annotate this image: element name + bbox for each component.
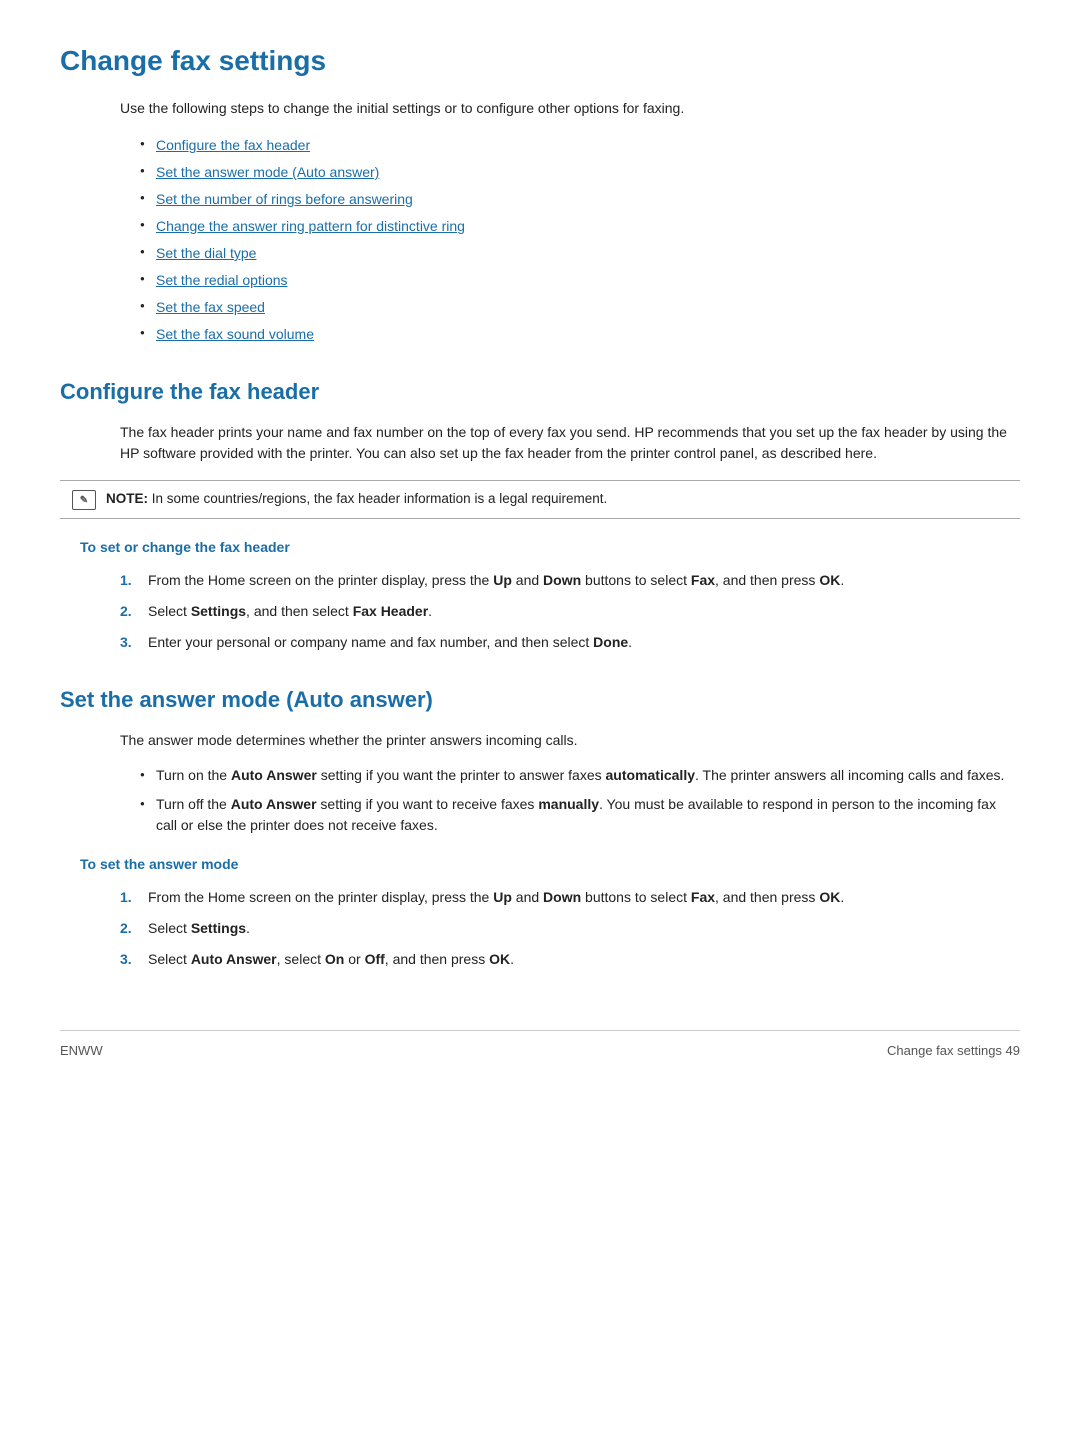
- list-item[interactable]: Set the fax speed: [140, 297, 1020, 318]
- link-answer-ring-pattern[interactable]: Change the answer ring pattern for disti…: [156, 218, 465, 234]
- list-item[interactable]: Set the dial type: [140, 243, 1020, 264]
- list-item[interactable]: Set the number of rings before answering: [140, 189, 1020, 210]
- page-title: Change fax settings: [60, 40, 1020, 82]
- step-item: 1. From the Home screen on the printer d…: [120, 887, 1020, 908]
- step-item: 1. From the Home screen on the printer d…: [120, 570, 1020, 591]
- link-rings-before-answering[interactable]: Set the number of rings before answering: [156, 191, 413, 207]
- link-list: Configure the fax header Set the answer …: [140, 135, 1020, 345]
- link-answer-mode[interactable]: Set the answer mode (Auto answer): [156, 164, 379, 180]
- list-item[interactable]: Set the answer mode (Auto answer): [140, 162, 1020, 183]
- steps-set-answer-mode: 1. From the Home screen on the printer d…: [120, 887, 1020, 970]
- list-item[interactable]: Set the fax sound volume: [140, 324, 1020, 345]
- subsection-title-set-answer-mode: To set the answer mode: [80, 854, 1020, 875]
- note-icon: [72, 490, 96, 510]
- note-box: NOTE: In some countries/regions, the fax…: [60, 480, 1020, 519]
- link-fax-speed[interactable]: Set the fax speed: [156, 299, 265, 315]
- link-dial-type[interactable]: Set the dial type: [156, 245, 256, 261]
- steps-set-fax-header: 1. From the Home screen on the printer d…: [120, 570, 1020, 653]
- answer-mode-bullets: Turn on the Auto Answer setting if you w…: [140, 765, 1020, 836]
- intro-text: Use the following steps to change the in…: [120, 98, 1020, 119]
- bullet-auto-answer-off: Turn off the Auto Answer setting if you …: [140, 794, 1020, 836]
- step-item: 2. Select Settings.: [120, 918, 1020, 939]
- subsection-title-set-fax-header: To set or change the fax header: [80, 537, 1020, 558]
- list-item[interactable]: Change the answer ring pattern for disti…: [140, 216, 1020, 237]
- bullet-auto-answer-on: Turn on the Auto Answer setting if you w…: [140, 765, 1020, 786]
- footer-left: ENWW: [60, 1041, 103, 1061]
- step-item: 2. Select Settings, and then select Fax …: [120, 601, 1020, 622]
- link-redial-options[interactable]: Set the redial options: [156, 272, 288, 288]
- answer-mode-intro: The answer mode determines whether the p…: [120, 730, 1020, 751]
- link-configure-fax-header[interactable]: Configure the fax header: [156, 137, 310, 153]
- configure-fax-header-body: The fax header prints your name and fax …: [120, 422, 1020, 464]
- section-title-configure-fax-header: Configure the fax header: [60, 375, 1020, 408]
- link-fax-sound-volume[interactable]: Set the fax sound volume: [156, 326, 314, 342]
- section-title-set-answer-mode: Set the answer mode (Auto answer): [60, 683, 1020, 716]
- step-item: 3. Select Auto Answer, select On or Off,…: [120, 949, 1020, 970]
- footer: ENWW Change fax settings 49: [60, 1030, 1020, 1061]
- note-text: In some countries/regions, the fax heade…: [152, 491, 608, 506]
- note-label: NOTE: In some countries/regions, the fax…: [106, 489, 607, 509]
- step-item: 3. Enter your personal or company name a…: [120, 632, 1020, 653]
- footer-right: Change fax settings 49: [887, 1041, 1020, 1061]
- list-item[interactable]: Configure the fax header: [140, 135, 1020, 156]
- list-item[interactable]: Set the redial options: [140, 270, 1020, 291]
